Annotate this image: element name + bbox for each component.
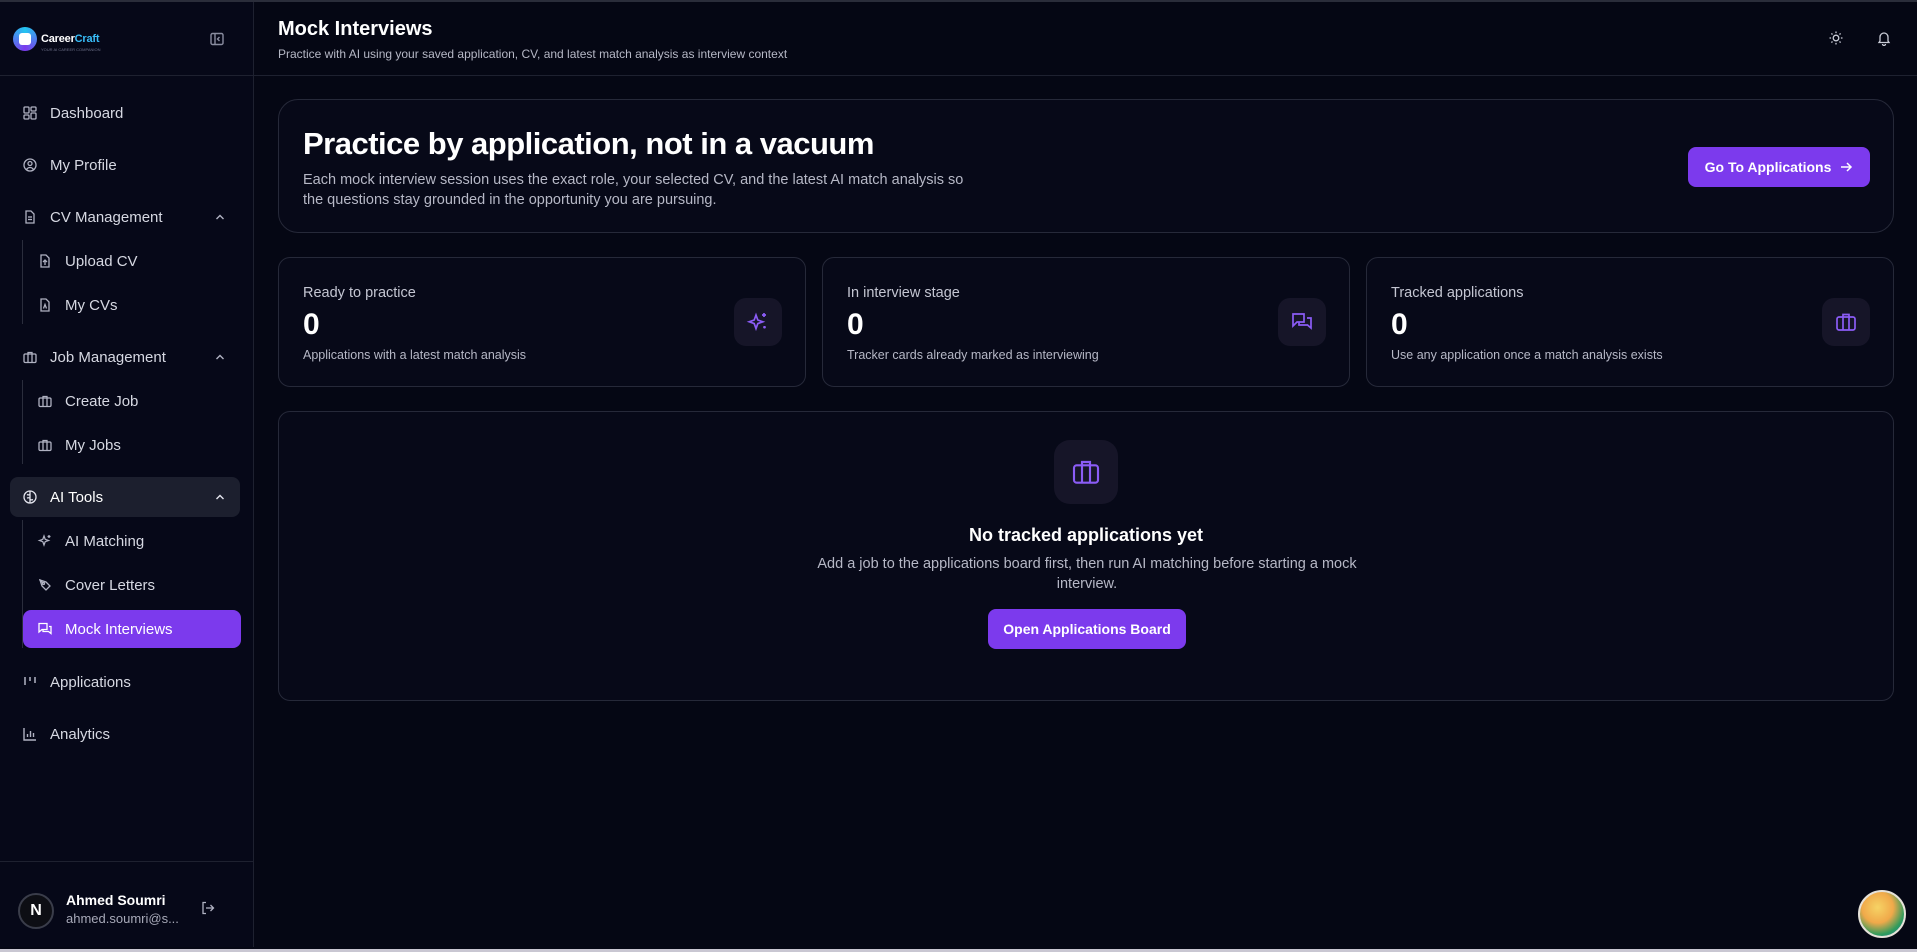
sidebar-item-ai-matching[interactable]: AI Matching bbox=[23, 522, 241, 560]
sidebar-item-label: Analytics bbox=[50, 725, 111, 743]
sidebar-item-dashboard[interactable]: Dashboard bbox=[10, 93, 240, 133]
empty-state-card: No tracked applications yet Add a job to… bbox=[278, 411, 1894, 701]
bar-chart-icon bbox=[22, 726, 38, 742]
stat-label: In interview stage bbox=[847, 285, 960, 301]
sidebar-item-label: Mock Interviews bbox=[65, 620, 173, 638]
sidebar-item-label: CV Management bbox=[50, 208, 163, 226]
stat-description: Applications with a latest match analysi… bbox=[303, 348, 527, 362]
hero-title: Practice by application, not in a vacuum bbox=[303, 126, 874, 161]
sidebar-item-label: AI Matching bbox=[65, 532, 145, 550]
empty-state-description: Add a job to the applications board firs… bbox=[817, 556, 1357, 592]
user-email: ahmed.soumri@s... bbox=[66, 911, 179, 926]
theme-toggle-sun-icon[interactable] bbox=[1826, 28, 1846, 48]
chevron-up-icon bbox=[212, 349, 228, 365]
stat-value: 0 bbox=[847, 308, 864, 341]
stat-card-ready: Ready to practice 0 Applications with a … bbox=[278, 257, 806, 387]
stat-description: Use any application once a match analysi… bbox=[1391, 348, 1663, 362]
sidebar-item-my-cvs[interactable]: My CVs bbox=[23, 286, 241, 324]
sidebar-item-label: AI Tools bbox=[50, 488, 104, 506]
stat-description: Tracker cards already marked as intervie… bbox=[847, 348, 1099, 362]
stat-label: Ready to practice bbox=[303, 285, 416, 301]
sidebar-item-applications[interactable]: Applications bbox=[10, 662, 240, 702]
brand-tagline: YOUR AI CAREER COMPANION bbox=[41, 47, 101, 52]
sidebar-item-analytics[interactable]: Analytics bbox=[10, 714, 240, 754]
sidebar-item-profile[interactable]: My Profile bbox=[10, 145, 240, 185]
brand-name: CareerCraft bbox=[41, 33, 100, 45]
chevron-up-icon bbox=[212, 209, 228, 225]
sidebar-item-mock-interviews[interactable]: Mock Interviews bbox=[23, 610, 241, 648]
sidebar-item-label: My CVs bbox=[65, 296, 118, 314]
sidebar-group-ai-tools[interactable]: AI Tools bbox=[10, 477, 240, 517]
sidebar-item-label: Cover Letters bbox=[65, 576, 156, 594]
briefcase-icon bbox=[1054, 440, 1118, 504]
file-icon bbox=[22, 209, 38, 225]
stat-value: 0 bbox=[303, 308, 320, 341]
sidebar-item-label: Applications bbox=[50, 673, 131, 691]
chat-icon bbox=[1278, 298, 1326, 346]
sidebar: CareerCraft YOUR AI CAREER COMPANION Das… bbox=[0, 2, 254, 947]
sidebar-collapse-icon[interactable] bbox=[208, 30, 226, 48]
stat-value: 0 bbox=[1391, 308, 1408, 341]
sidebar-item-cover-letters[interactable]: Cover Letters bbox=[23, 566, 241, 604]
go-to-applications-button[interactable]: Go To Applications bbox=[1688, 147, 1870, 187]
briefcase-icon bbox=[1822, 298, 1870, 346]
hero-card: Practice by application, not in a vacuum… bbox=[278, 99, 1894, 233]
stat-card-interview: In interview stage 0 Tracker cards alrea… bbox=[822, 257, 1350, 387]
sidebar-item-upload-cv[interactable]: Upload CV bbox=[23, 242, 241, 280]
top-bar: Mock Interviews Practice with AI using y… bbox=[254, 2, 1917, 76]
user-name: Ahmed Soumri bbox=[66, 892, 166, 908]
kanban-icon bbox=[22, 674, 38, 690]
sidebar-item-label: My Jobs bbox=[65, 436, 121, 454]
pen-icon bbox=[37, 577, 53, 593]
sidebar-item-label: Dashboard bbox=[50, 104, 124, 122]
user-panel: N Ahmed Soumri ahmed.soumri@s... bbox=[0, 861, 254, 947]
chat-icon bbox=[37, 621, 53, 637]
arrow-right-icon bbox=[1839, 160, 1853, 174]
sidebar-group-cv-management[interactable]: CV Management bbox=[10, 197, 240, 237]
logo-icon bbox=[13, 27, 37, 51]
sidebar-item-label: Job Management bbox=[50, 348, 166, 366]
empty-state-title: No tracked applications yet bbox=[968, 525, 1204, 545]
file-upload-icon bbox=[37, 253, 53, 269]
sidebar-item-label: Upload CV bbox=[65, 252, 138, 270]
file-text-icon bbox=[37, 297, 53, 313]
page-title: Mock Interviews bbox=[278, 18, 433, 40]
hero-description: Each mock interview session uses the exa… bbox=[303, 172, 964, 208]
chevron-up-icon bbox=[212, 489, 228, 505]
sidebar-header: CareerCraft YOUR AI CAREER COMPANION bbox=[0, 2, 253, 76]
open-applications-board-button[interactable]: Open Applications Board bbox=[988, 609, 1186, 649]
briefcase-icon bbox=[37, 393, 53, 409]
sparkles-icon bbox=[734, 298, 782, 346]
assistant-avatar-button[interactable] bbox=[1858, 890, 1906, 938]
page-subtitle: Practice with AI using your saved applic… bbox=[278, 47, 788, 61]
brain-icon bbox=[22, 489, 38, 505]
dashboard-icon bbox=[22, 105, 38, 121]
avatar[interactable]: N bbox=[18, 893, 54, 929]
briefcase-icon bbox=[37, 437, 53, 453]
stat-card-tracked: Tracked applications 0 Use any applicati… bbox=[1366, 257, 1894, 387]
sidebar-item-label: Create Job bbox=[65, 392, 139, 410]
stat-label: Tracked applications bbox=[1391, 285, 1524, 301]
notification-bell-icon[interactable] bbox=[1874, 28, 1894, 48]
briefcase-icon bbox=[22, 349, 38, 365]
sparkles-icon bbox=[37, 533, 53, 549]
sidebar-item-my-jobs[interactable]: My Jobs bbox=[23, 426, 241, 464]
logout-icon[interactable] bbox=[200, 900, 218, 918]
user-circle-icon bbox=[22, 157, 38, 173]
brand-logo[interactable]: CareerCraft YOUR AI CAREER COMPANION bbox=[13, 27, 101, 52]
sidebar-item-label: My Profile bbox=[50, 156, 117, 174]
sidebar-group-job-management[interactable]: Job Management bbox=[10, 337, 240, 377]
sidebar-item-create-job[interactable]: Create Job bbox=[23, 382, 241, 420]
button-label: Go To Applications bbox=[1704, 159, 1832, 175]
